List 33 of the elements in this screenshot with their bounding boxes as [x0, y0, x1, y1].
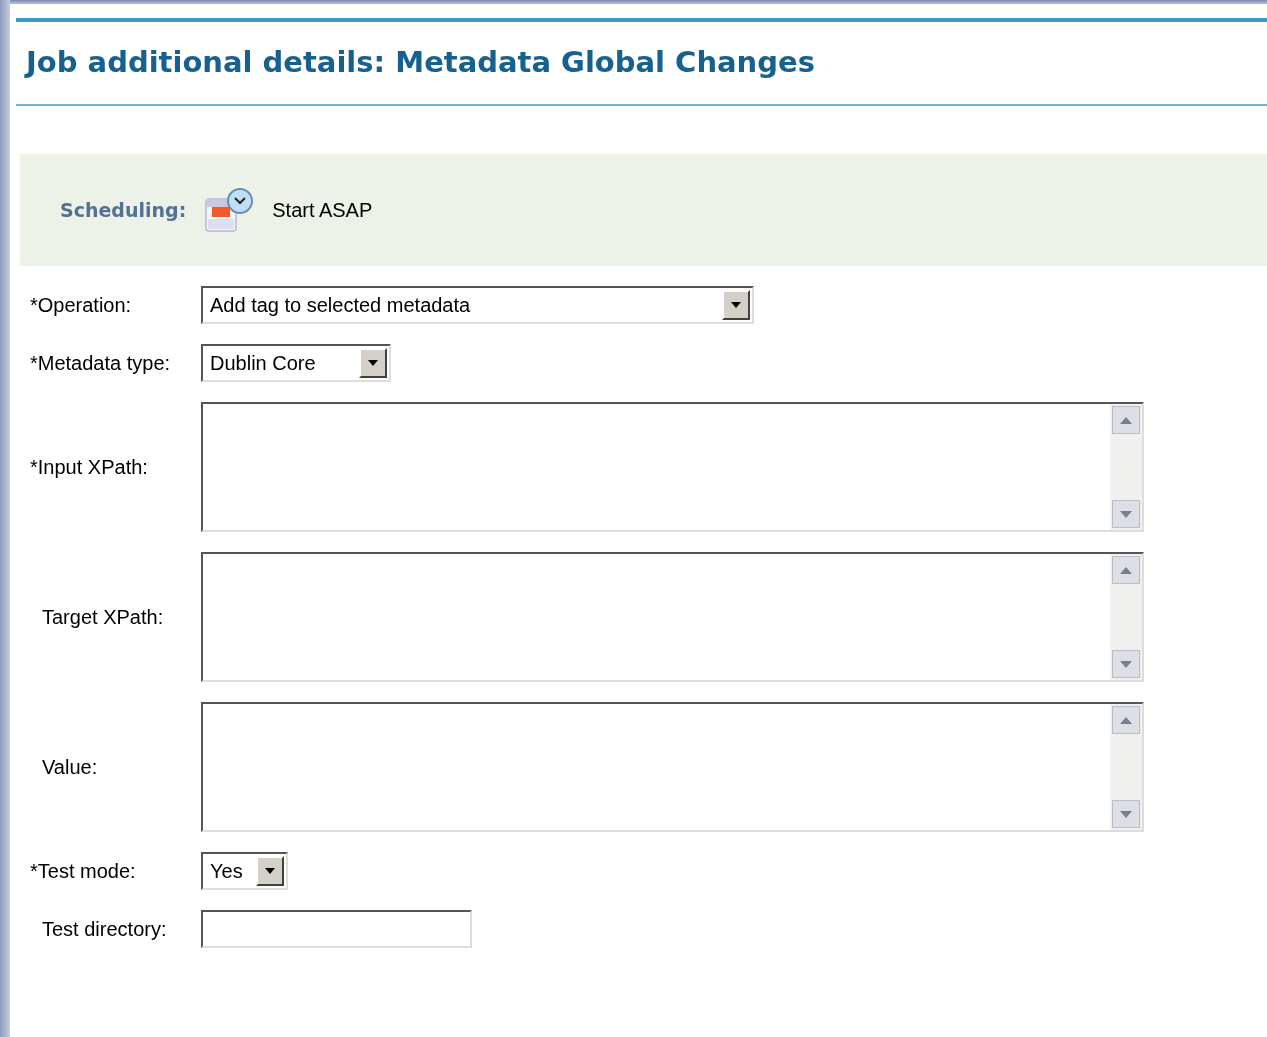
scrollbar[interactable]: [1110, 554, 1142, 680]
down-arrow-icon: [1120, 510, 1132, 518]
caret-icon: [368, 360, 378, 366]
dropdown[interactable]: Add tag to selected metadata: [201, 286, 754, 324]
up-arrow-icon: [1120, 716, 1132, 724]
field-label: Target XPath:: [41, 605, 164, 630]
calendar-clock-icon: [204, 187, 255, 233]
field-label: Value:: [41, 755, 98, 780]
scrollbar[interactable]: [1110, 704, 1142, 830]
field-label: *Metadata type:: [30, 351, 171, 376]
scroll-up-button[interactable]: [1112, 406, 1140, 434]
scroll-down-button[interactable]: [1112, 800, 1140, 828]
field-label: *Test mode:: [30, 859, 136, 884]
caret-icon: [731, 302, 741, 308]
scheduling-label: Scheduling:: [60, 197, 187, 223]
field-label: *Operation:: [30, 293, 132, 318]
scheduling-value: Start ASAP: [272, 198, 373, 223]
dropdown[interactable]: Dublin Core: [201, 344, 391, 382]
scrollbar[interactable]: [1110, 404, 1142, 530]
field-label: Test directory:: [41, 917, 167, 942]
down-arrow-icon: [1120, 810, 1132, 818]
up-arrow-icon: [1120, 566, 1132, 574]
up-arrow-icon: [1120, 416, 1132, 424]
scroll-down-button[interactable]: [1112, 500, 1140, 528]
input-field[interactable]: [201, 910, 472, 948]
caret-icon: [265, 868, 275, 874]
down-arrow-icon: [1120, 660, 1132, 668]
scroll-up-button[interactable]: [1112, 706, 1140, 734]
scroll-up-button[interactable]: [1112, 556, 1140, 584]
field-label: *Input XPath:: [30, 455, 148, 480]
dropdown[interactable]: Yes: [201, 852, 288, 890]
scroll-down-button[interactable]: [1112, 650, 1140, 678]
page-title: Job additional details: Metadata Global Changes: [26, 44, 815, 82]
